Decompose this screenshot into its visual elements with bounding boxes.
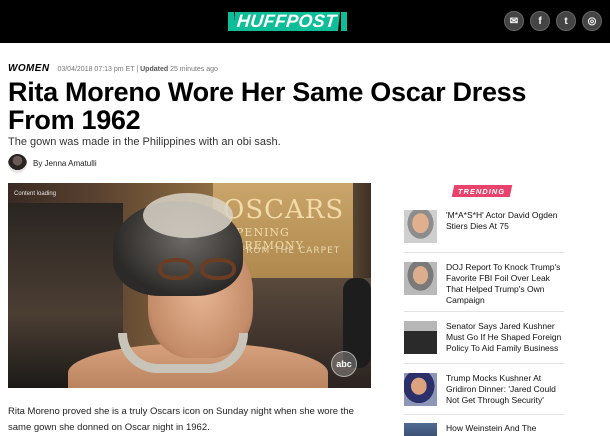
trending-title[interactable]: 'M*A*S*H' Actor David Ogden Stiers Dies … (446, 210, 564, 243)
trending-badge: TRENDING (451, 185, 513, 197)
subject-necklace (118, 333, 248, 373)
trending-divider (404, 363, 564, 364)
email-icon[interactable]: ✉ (504, 11, 524, 31)
social-links: ✉ f t ◎ (504, 11, 602, 31)
trending-divider (404, 311, 564, 312)
twitter-icon[interactable]: t (556, 11, 576, 31)
trending-item[interactable]: DOJ Report To Knock Trump's Favorite FBI… (404, 262, 564, 306)
published-date: 03/04/2018 07:13 pm ET (57, 66, 135, 73)
trending-thumbnail[interactable] (404, 321, 437, 354)
trending-thumbnail[interactable] (404, 423, 437, 436)
top-navigation-bar: HUFFPOST ✉ f t ◎ (0, 0, 610, 43)
oscars-backdrop-carpet: FROM THE CARPET (240, 246, 341, 256)
trending-title[interactable]: DOJ Report To Knock Trump's Favorite FBI… (446, 262, 564, 306)
updated-value: 25 minutes ago (170, 66, 218, 73)
article-dates: 03/04/2018 07:13 pm ET | Updated 25 minu… (57, 66, 217, 73)
updated-label: Updated (140, 66, 169, 73)
trending-title[interactable]: How Weinstein And The (446, 423, 536, 436)
article-subhead: The gown was made in the Philippines wit… (8, 136, 281, 148)
instagram-icon[interactable]: ◎ (582, 11, 602, 31)
trending-divider (404, 252, 564, 253)
trending-item[interactable]: Senator Says Jared Kushner Must Go If He… (404, 321, 564, 354)
article-headline: Rita Moreno Wore Her Same Oscar Dress Fr… (8, 77, 527, 135)
section-label[interactable]: WOMEN (8, 63, 49, 74)
logo-right-bar (341, 12, 348, 31)
trending-item[interactable]: How Weinstein And The (404, 423, 564, 436)
hero-video-player[interactable]: OSCARS OPENING CEREMONY FROM THE CARPET … (8, 183, 371, 388)
author-name[interactable]: By Jenna Amatulli (33, 159, 97, 168)
trending-thumbnail[interactable] (404, 373, 437, 406)
trending-title[interactable]: Senator Says Jared Kushner Must Go If He… (446, 321, 564, 354)
subject-turban-band (143, 193, 233, 238)
author-avatar[interactable] (8, 154, 27, 173)
trending-item[interactable]: 'M*A*S*H' Actor David Ogden Stiers Dies … (404, 210, 564, 243)
article-body-paragraph: Rita Moreno proved she is a truly Oscars… (8, 406, 354, 433)
trending-divider (404, 414, 564, 415)
trending-thumbnail[interactable] (404, 262, 437, 295)
huffpost-logo[interactable]: HUFFPOST (228, 11, 348, 31)
subject-glasses (158, 258, 238, 280)
trending-label: TRENDING (458, 186, 506, 196)
trending-title[interactable]: Trump Mocks Kushner At Gridiron Dinner: … (446, 373, 564, 406)
byline: By Jenna Amatulli (8, 154, 97, 173)
video-loading-status: Content loading (14, 191, 57, 197)
article-meta: WOMEN 03/04/2018 07:13 pm ET | Updated 2… (8, 63, 218, 74)
facebook-icon[interactable]: f (530, 11, 550, 31)
oscars-backdrop-title: OSCARS (223, 195, 345, 225)
network-logo: abc (331, 351, 357, 377)
logo-text: HUFFPOST (233, 11, 341, 31)
trending-item[interactable]: Trump Mocks Kushner At Gridiron Dinner: … (404, 373, 564, 406)
trending-thumbnail[interactable] (404, 210, 437, 243)
